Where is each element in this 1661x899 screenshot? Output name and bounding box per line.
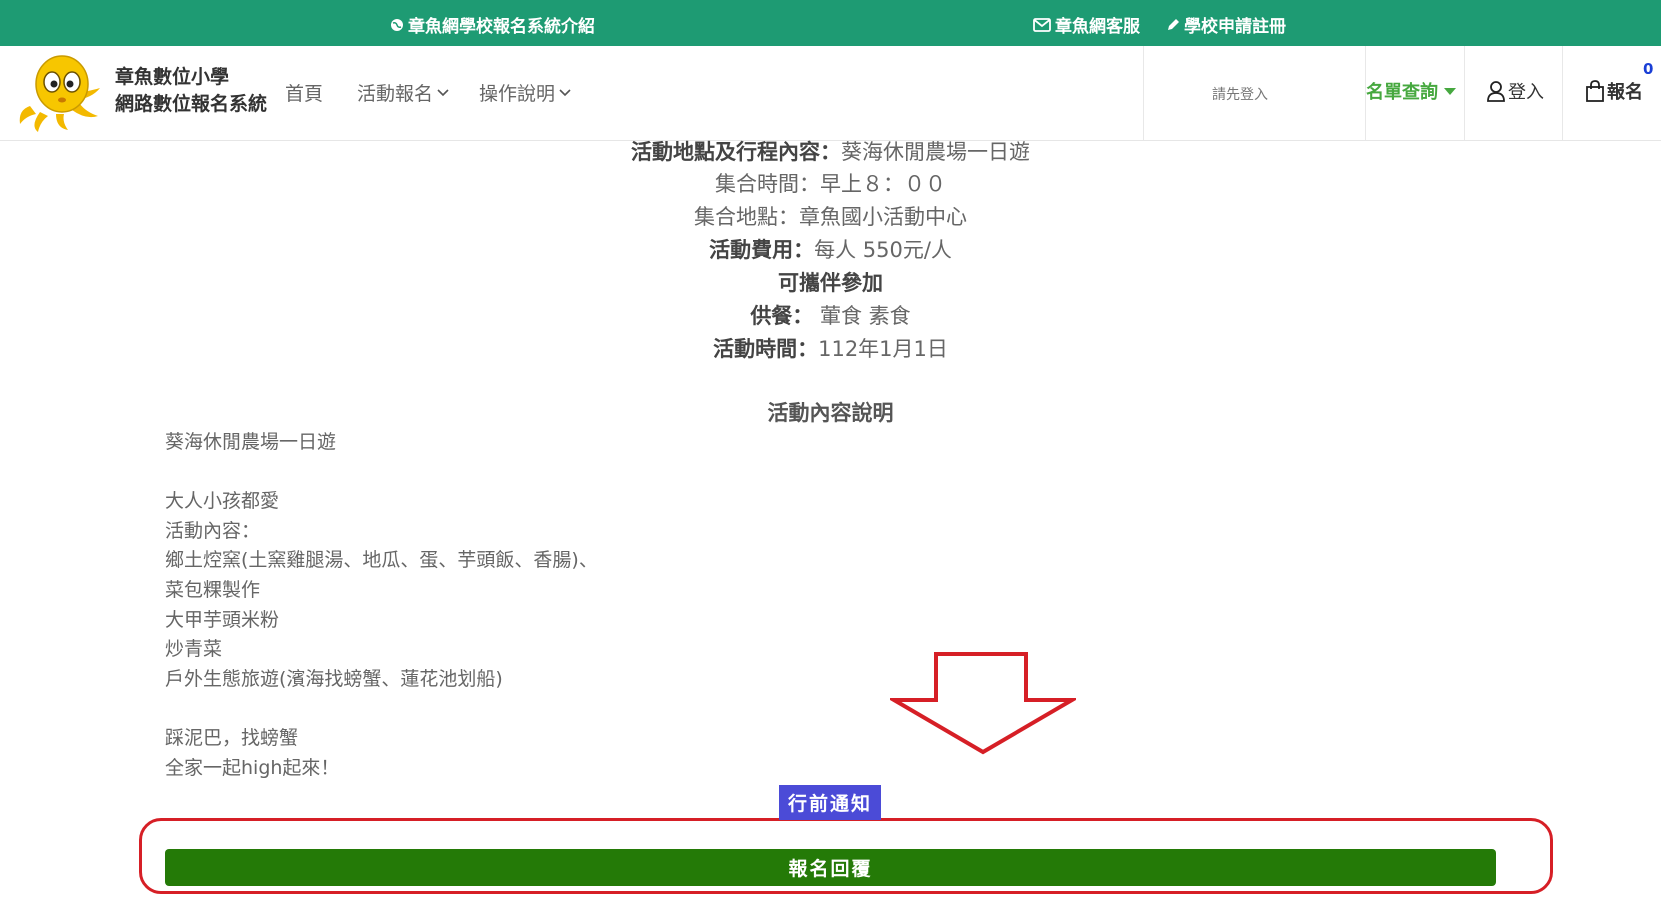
nav-guide[interactable]: 操作說明 xyxy=(479,79,571,106)
name-list-label: 名單查詢 xyxy=(1366,82,1438,103)
service-link[interactable]: 章魚網客服 xyxy=(1033,12,1140,37)
description-line: 全家一起high起來！ xyxy=(165,756,340,779)
gather-time: 集合時間：早上８：００ xyxy=(715,172,946,196)
nav-activity[interactable]: 活動報名 xyxy=(357,79,449,106)
registration-reply-button[interactable]: 報名回覆 xyxy=(165,849,1496,886)
meal-label: 供餐： xyxy=(750,304,814,328)
description-line: 踩泥巴，找螃蟹 xyxy=(165,726,299,749)
header-divider xyxy=(1562,46,1563,140)
companion-line: 可攜伴參加 xyxy=(0,267,1661,297)
description-line: 鄉土焢窯(土窯雞腿湯、地瓜、蛋、芋頭飯、香腸)、 xyxy=(165,549,598,572)
companion-label: 可攜伴參加 xyxy=(778,271,883,295)
octopus-logo[interactable] xyxy=(16,54,102,134)
description-line: 葵海休閒農場一日遊 xyxy=(165,431,337,453)
shopping-bag-icon xyxy=(1586,80,1604,102)
cart-label: 報名 xyxy=(1607,82,1643,103)
date-line: 活動時間：112年1月1日 xyxy=(0,333,1661,363)
nav-home[interactable]: 首頁 xyxy=(285,79,323,106)
date-label: 活動時間： xyxy=(713,337,819,361)
description-body: 葵海休閒農場一日遊 大人小孩都愛 活動內容： 鄉土焢窯(土窯雞腿湯、地瓜、蛋、芋… xyxy=(165,428,598,783)
description-line: 戶外生態旅遊(濱海找螃蟹、蓮花池划船) xyxy=(165,667,503,690)
register-link-label: 學校申請註冊 xyxy=(1184,17,1286,37)
description-line: 大人小孩都愛 xyxy=(165,490,280,513)
intro-link-label: 章魚網學校報名系統介紹 xyxy=(408,17,595,37)
caret-down-icon xyxy=(1444,87,1456,95)
description-line xyxy=(165,458,598,488)
nav-home-label: 首頁 xyxy=(285,83,324,105)
gather-place: 集合地點：章魚國小活動中心 xyxy=(694,205,967,229)
login-label: 登入 xyxy=(1508,82,1544,103)
nav-guide-label: 操作說明 xyxy=(479,83,556,105)
location-label: 活動地點及行程內容： xyxy=(631,140,841,164)
location-value: 葵海休閒農場一日遊 xyxy=(841,140,1030,164)
brand-title: 章魚數位小學 網路數位報名系統 xyxy=(115,64,267,118)
description-line: 炒青菜 xyxy=(165,638,223,661)
description-title: 活動內容說明 xyxy=(767,401,894,425)
globe-icon xyxy=(391,18,403,31)
brand-line2: 網路數位報名系統 xyxy=(115,93,268,115)
meal-value: 葷食 素食 xyxy=(813,304,911,328)
fee-label: 活動費用： xyxy=(709,238,815,262)
cart-button[interactable]: 報名 xyxy=(1585,78,1643,104)
chevron-down-icon xyxy=(559,88,571,96)
date-value: 112年1月1日 xyxy=(818,337,948,361)
intro-link[interactable]: 章魚網學校報名系統介紹 xyxy=(390,12,595,37)
user-icon xyxy=(1487,81,1505,102)
brand-line1: 章魚數位小學 xyxy=(115,66,230,88)
login-button[interactable]: 登入 xyxy=(1486,78,1544,104)
description-line: 大甲芋頭米粉 xyxy=(165,608,280,631)
register-link[interactable]: 學校申請註冊 xyxy=(1166,12,1286,37)
cart-count-badge: 0 xyxy=(1643,60,1654,78)
fee-line: 活動費用：每人 550元/人 xyxy=(0,234,1661,264)
location-line: 活動地點及行程內容：葵海休閒農場一日遊 xyxy=(0,136,1661,166)
header-divider xyxy=(1143,46,1144,140)
header-divider xyxy=(1464,46,1465,140)
service-link-label: 章魚網客服 xyxy=(1055,17,1140,37)
description-line: 菜包粿製作 xyxy=(165,578,261,601)
meal-line: 供餐： 葷食 素食 xyxy=(0,300,1661,330)
site-header: 章魚數位小學 網路數位報名系統 首頁 活動報名 操作說明 請先登入 名單查詢 登… xyxy=(0,46,1661,141)
pre-trip-notice-button[interactable]: 行前通知 xyxy=(779,785,881,820)
login-hint: 請先登入 xyxy=(1212,87,1268,103)
name-list-dropdown[interactable]: 名單查詢 xyxy=(1366,78,1456,104)
top-bar: 章魚網學校報名系統介紹 章魚網客服 學校申請註冊 xyxy=(0,0,1661,46)
nav-activity-label: 活動報名 xyxy=(357,83,434,105)
pencil-icon xyxy=(1168,18,1179,30)
description-line xyxy=(165,694,598,724)
envelope-icon xyxy=(1033,17,1051,32)
fee-value: 每人 550元/人 xyxy=(814,238,952,262)
down-arrow-annotation-icon xyxy=(890,652,1076,755)
chevron-down-icon xyxy=(437,88,449,96)
description-line: 活動內容： xyxy=(165,519,261,542)
